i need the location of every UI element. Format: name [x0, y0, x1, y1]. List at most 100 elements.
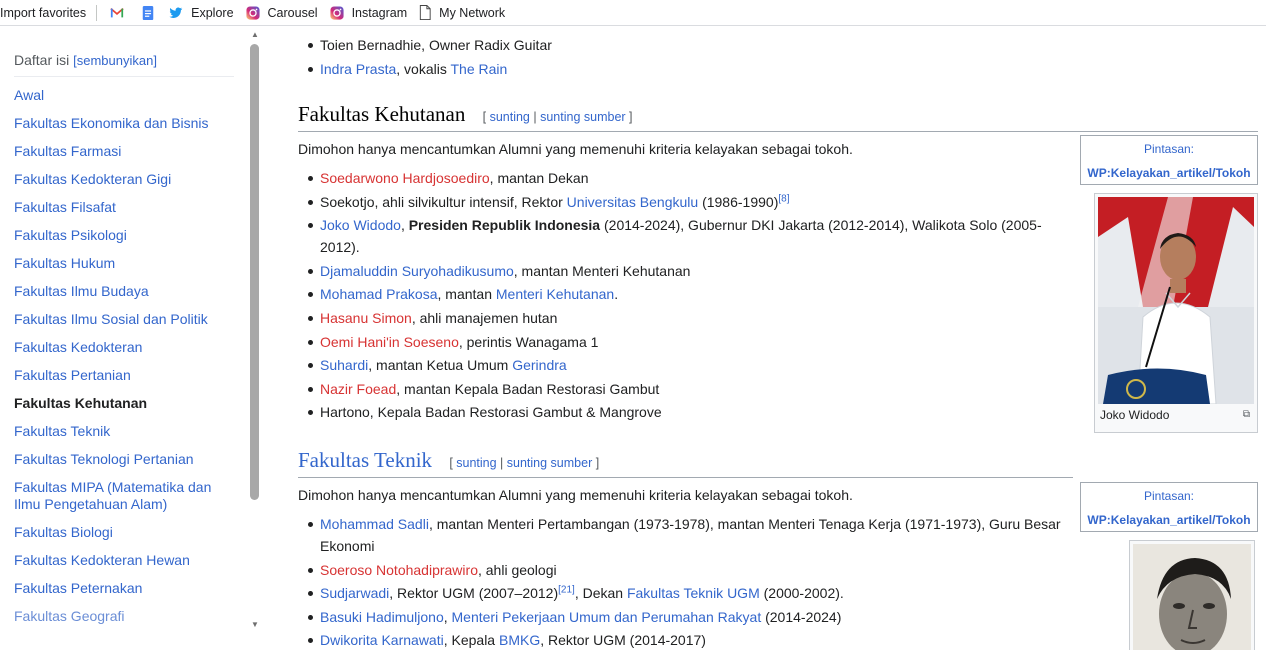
edit-link[interactable]: sunting: [490, 110, 530, 124]
list-item-text: , mantan Ketua Umum: [368, 357, 513, 374]
person-link[interactable]: Suhardi: [320, 357, 368, 373]
shortcut-box: Pintasan: WP:Kelayakan_artikel/Tokoh: [1080, 482, 1258, 532]
toc-item-hukum[interactable]: Fakultas Hukum: [14, 250, 234, 278]
twitter-icon: [169, 6, 183, 18]
reference-link[interactable]: [21]: [558, 585, 575, 596]
list-item-text: (2014-2024): [761, 608, 842, 625]
toc-item-kedokteran[interactable]: Fakultas Kedokteran: [14, 334, 234, 362]
reference-link[interactable]: [8]: [778, 193, 789, 204]
list-item-text: , vokalis: [396, 60, 451, 77]
teknik-alumni-list: Mohammad Sadli, mantan Menteri Pertamban…: [298, 513, 1068, 650]
toc-item-awal[interactable]: Awal: [14, 82, 234, 110]
person-link[interactable]: Sudjarwadi: [320, 585, 389, 601]
shortcut-link[interactable]: WP:Kelayakan_artikel/Tokoh: [1085, 166, 1253, 180]
gmail-icon: [110, 7, 124, 17]
edit-bracket: ]: [625, 110, 633, 124]
bold-title: Presiden Republik Indonesia: [408, 217, 601, 234]
person-link[interactable]: Mohammad Sadli: [320, 516, 429, 532]
list-item: Suhardi, mantan Ketua Umum Gerindra: [298, 354, 1058, 376]
edit-bracket: ]: [592, 456, 600, 470]
edit-separator: |: [496, 456, 507, 470]
bookmark-gmail[interactable]: [101, 0, 133, 26]
scroll-up-arrow-icon[interactable]: ▲: [250, 30, 260, 40]
toc-item-geografi[interactable]: Fakultas Geografi: [14, 603, 234, 631]
bookmark-label: My Network: [439, 5, 506, 20]
list-item-text: , mantan Dekan: [489, 170, 589, 186]
person-link[interactable]: Basuki Hadimuljono: [320, 609, 444, 625]
toc-item-psikologi[interactable]: Fakultas Psikologi: [14, 222, 234, 250]
docs-icon: [142, 5, 154, 20]
toc-hide-toggle[interactable]: [sembunyikan]: [73, 53, 157, 68]
bookmark-docs[interactable]: [133, 0, 163, 26]
list-item: Joko Widodo, Presiden Republik Indonesia…: [298, 214, 1058, 258]
list-item: Nazir Foead, mantan Kepala Badan Restora…: [298, 378, 1058, 400]
list-item-text: , Rektor UGM (2007–2012): [389, 585, 559, 602]
person-link[interactable]: Djamaluddin Suryohadikusumo: [320, 263, 514, 279]
list-item-text: Toien Bernadhie, Owner Radix Guitar: [320, 37, 552, 53]
edit-source-link[interactable]: sunting sumber: [507, 456, 592, 470]
list-item-text: , Dekan: [574, 585, 627, 602]
bookmark-carousel[interactable]: Carousel: [240, 0, 324, 26]
section-title: Fakultas Teknik: [298, 448, 433, 472]
bookmark-label: Explore: [191, 5, 234, 20]
section-heading-kehutanan: Fakultas Kehutanan [ sunting | sunting s…: [298, 102, 1258, 132]
bookmark-label: Import favorites: [0, 5, 87, 20]
person-link[interactable]: Indra Prasta: [320, 61, 396, 77]
list-item-text: ,: [443, 608, 452, 625]
toc-item-pertanian[interactable]: Fakultas Pertanian: [14, 362, 234, 390]
toc-item-peternakan[interactable]: Fakultas Peternakan: [14, 575, 234, 603]
image-thumbnail[interactable]: Joko Widodo ⧉: [1094, 193, 1258, 433]
toc-item-ekonomika[interactable]: Fakultas Ekonomika dan Bisnis: [14, 110, 234, 138]
party-link[interactable]: Gerindra: [512, 357, 566, 373]
list-item-text: (2000-2002).: [759, 585, 844, 602]
person-link[interactable]: Mohamad Prakosa: [320, 286, 438, 302]
toc-scrollbar[interactable]: ▲ ▼: [248, 26, 262, 650]
toc-item-farmasi[interactable]: Fakultas Farmasi: [14, 138, 234, 166]
band-link[interactable]: The Rain: [450, 61, 507, 77]
toc-item-ilmu-budaya[interactable]: Fakultas Ilmu Budaya: [14, 278, 234, 306]
person-link[interactable]: Soedarwono Hardjosoedirо: [320, 170, 490, 186]
person-link[interactable]: Dwikorita Karnawati: [320, 632, 444, 648]
edit-link[interactable]: sunting: [456, 456, 496, 470]
person-link[interactable]: Hasanu Simon: [320, 310, 412, 326]
person-link[interactable]: Joko Widodo: [320, 217, 401, 233]
shortcut-link[interactable]: WP:Kelayakan_artikel/Tokoh: [1085, 513, 1253, 527]
university-link[interactable]: Universitas Bengkulu: [567, 194, 699, 210]
bookmark-instagram[interactable]: Instagram: [324, 0, 414, 26]
toc-item-filsafat[interactable]: Fakultas Filsafat: [14, 194, 234, 222]
bookmark-explore[interactable]: Explore: [163, 0, 239, 26]
faculty-link[interactable]: Fakultas Teknik UGM: [627, 585, 760, 601]
bookmark-import-favorites[interactable]: Import favorites: [0, 0, 92, 26]
image-thumbnail[interactable]: [1129, 540, 1255, 650]
person-link[interactable]: Oemi Hani'in Soeseno: [320, 334, 459, 350]
scroll-down-arrow-icon[interactable]: ▼: [250, 620, 260, 630]
section-intro: Dimohon hanya mencantumkan Alumni yang m…: [298, 487, 853, 503]
toc-item-biologi[interactable]: Fakultas Biologi: [14, 519, 234, 547]
ministry-link[interactable]: Menteri Kehutanan: [496, 286, 614, 302]
bookmark-my-network[interactable]: My Network: [413, 0, 511, 26]
scroll-thumb[interactable]: [250, 44, 259, 500]
toc-item-mipa[interactable]: Fakultas MIPA (Matematika dan Ilmu Penge…: [14, 474, 234, 519]
bookmark-label: Carousel: [267, 5, 318, 20]
toc-item-kedokteran-gigi[interactable]: Fakultas Kedokteran Gigi: [14, 166, 234, 194]
shortcut-label-link[interactable]: Pintasan:: [1085, 142, 1253, 156]
list-item-text: Soekotjo, ahli silvikultur intensif, Rek…: [320, 193, 567, 210]
enlarge-icon[interactable]: ⧉: [1243, 409, 1250, 420]
shortcut-label-link[interactable]: Pintasan:: [1085, 489, 1253, 503]
toc-item-teknik[interactable]: Fakultas Teknik: [14, 418, 234, 446]
portrait-image[interactable]: [1133, 544, 1251, 650]
toc-item-teknologi-pertanian[interactable]: Fakultas Teknologi Pertanian: [14, 446, 234, 474]
edit-source-link[interactable]: sunting sumber: [540, 110, 625, 124]
list-item-text: , ahli manajemen hutan: [411, 309, 558, 326]
image-caption: Joko Widodo ⧉: [1098, 404, 1254, 424]
person-link[interactable]: Soeroso Notohadiprawiro: [320, 562, 478, 578]
toc-item-isipol[interactable]: Fakultas Ilmu Sosial dan Politik: [14, 306, 234, 334]
ministry-link[interactable]: Menteri Pekerjaan Umum dan Perumahan Rak…: [452, 609, 762, 625]
portrait-image[interactable]: [1098, 197, 1254, 404]
agency-link[interactable]: BMKG: [499, 632, 540, 648]
list-item: Hartono, Kepala Badan Restorasi Gambut &…: [298, 401, 1058, 423]
toc-item-kedokteran-hewan[interactable]: Fakultas Kedokteran Hewan: [14, 547, 234, 575]
toc-item-kehutanan[interactable]: Fakultas Kehutanan: [14, 390, 234, 418]
bookmarks-bar: Import favorites Explore Carousel Instag…: [0, 0, 1266, 26]
person-link[interactable]: Nazir Foead: [320, 381, 396, 397]
